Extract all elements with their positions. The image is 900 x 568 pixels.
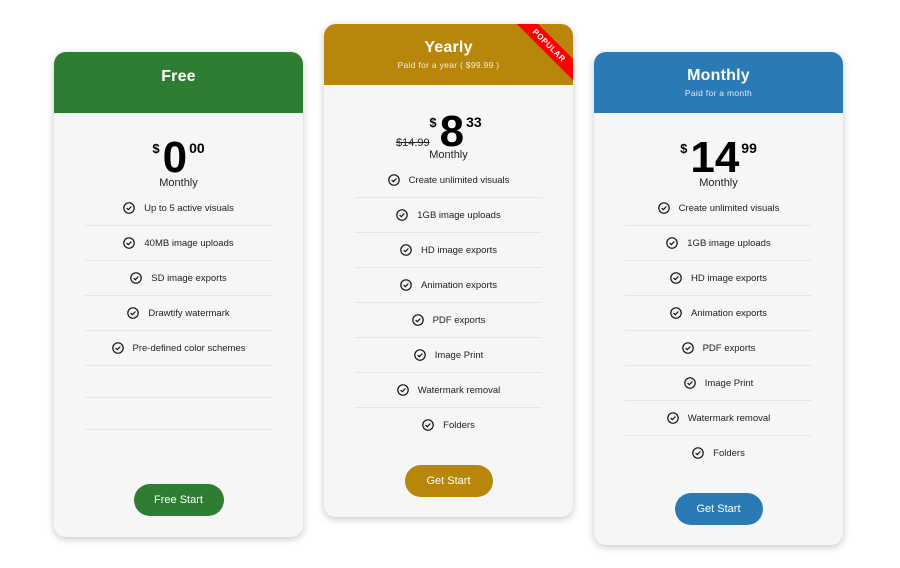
check-circle-icon bbox=[123, 202, 135, 214]
feature-item: 40MB image uploads bbox=[85, 226, 272, 261]
feature-label: Animation exports bbox=[420, 279, 498, 291]
price-period: Monthly bbox=[429, 149, 468, 161]
feature-item-empty bbox=[85, 398, 272, 430]
price-decimal: 00 bbox=[189, 140, 205, 156]
check-circle-icon bbox=[127, 307, 140, 319]
plan-subtitle: Paid for a month bbox=[684, 88, 753, 98]
plan-title: Free bbox=[161, 68, 196, 85]
feature-item: Animation exports bbox=[355, 268, 542, 303]
feature-item: Create unlimited visuals bbox=[355, 163, 542, 198]
feature-item: Drawtify watermark bbox=[85, 296, 272, 331]
feature-item: Folders bbox=[625, 436, 812, 470]
feature-item: SD image exports bbox=[85, 261, 272, 296]
feature-label: Drawtify watermark bbox=[148, 307, 230, 319]
feature-label: 1GB image uploads bbox=[687, 237, 771, 249]
pricing-card-monthly: Monthly Paid for a month $14 99 Monthly C… bbox=[594, 52, 843, 545]
price-block: $14.99 $8 33 Monthly bbox=[324, 85, 573, 163]
feature-item: PDF exports bbox=[355, 303, 542, 338]
feature-label: Animation exports bbox=[690, 307, 768, 319]
currency-symbol: $ bbox=[152, 141, 160, 156]
check-circle-icon bbox=[683, 377, 696, 389]
feature-label: Pre-defined color schemes bbox=[132, 342, 246, 354]
price-period: Monthly bbox=[159, 177, 198, 189]
check-circle-icon bbox=[692, 447, 704, 459]
plan-subtitle: Paid for a year ( $99.99 ) bbox=[397, 60, 500, 70]
check-circle-icon bbox=[657, 202, 670, 214]
price-decimal: 99 bbox=[741, 140, 757, 156]
check-circle-icon bbox=[396, 384, 409, 396]
feature-label: Folders bbox=[443, 419, 475, 431]
feature-item: Animation exports bbox=[625, 296, 812, 331]
check-circle-icon bbox=[681, 342, 694, 354]
feature-label: PDF exports bbox=[432, 314, 486, 326]
feature-label: Image Print bbox=[704, 377, 754, 389]
check-circle-icon bbox=[130, 272, 143, 284]
feature-item: HD image exports bbox=[355, 233, 542, 268]
feature-item: Image Print bbox=[355, 338, 542, 373]
feature-label: Watermark removal bbox=[417, 384, 501, 396]
price-block: $14 99 Monthly bbox=[594, 113, 843, 191]
feature-list: Create unlimited visuals 1GB image uploa… bbox=[594, 191, 843, 470]
price-integer: 0 bbox=[162, 133, 188, 182]
currency-symbol: $ bbox=[680, 141, 688, 156]
monthly-get-start-button[interactable]: Get Start bbox=[674, 493, 763, 525]
feature-label: Folders bbox=[713, 447, 745, 459]
feature-label: PDF exports bbox=[702, 342, 756, 354]
feature-list: Up to 5 active visuals 40MB image upload… bbox=[54, 191, 303, 430]
check-circle-icon bbox=[666, 237, 679, 249]
check-circle-icon bbox=[387, 174, 400, 186]
currency-symbol: $ bbox=[429, 115, 437, 130]
price-block: $0 00 Monthly bbox=[54, 113, 303, 191]
check-circle-icon bbox=[396, 209, 409, 221]
check-circle-icon bbox=[400, 244, 412, 256]
feature-label: SD image exports bbox=[151, 272, 227, 284]
feature-item-empty bbox=[85, 366, 272, 398]
feature-label: HD image exports bbox=[420, 244, 498, 256]
yearly-get-start-button[interactable]: Get Start bbox=[404, 465, 493, 497]
feature-item: Pre-defined color schemes bbox=[85, 331, 272, 366]
feature-label: Watermark removal bbox=[687, 412, 771, 424]
feature-item: HD image exports bbox=[625, 261, 812, 296]
check-circle-icon bbox=[670, 272, 682, 284]
feature-label: Create unlimited visuals bbox=[408, 174, 510, 186]
feature-item: Watermark removal bbox=[355, 373, 542, 408]
feature-label: Up to 5 active visuals bbox=[144, 202, 234, 214]
check-circle-icon bbox=[111, 342, 124, 354]
feature-item: 1GB image uploads bbox=[355, 198, 542, 233]
pricing-card-yearly: Yearly Paid for a year ( $99.99 ) POPULA… bbox=[324, 24, 573, 517]
card-header: Yearly Paid for a year ( $99.99 ) POPULA… bbox=[324, 24, 573, 85]
card-header: Free bbox=[54, 52, 303, 113]
feature-label: HD image exports bbox=[690, 272, 768, 284]
pricing-card-free: Free $0 00 Monthly Up to 5 active visuals… bbox=[54, 52, 303, 537]
price-amount: $0 00 bbox=[54, 135, 303, 181]
check-circle-icon bbox=[411, 314, 424, 326]
feature-label: Create unlimited visuals bbox=[678, 202, 780, 214]
price-amount: $14 99 bbox=[594, 135, 843, 181]
plan-title: Monthly bbox=[687, 67, 750, 84]
free-start-button[interactable]: Free Start bbox=[133, 484, 224, 516]
feature-list: Create unlimited visuals 1GB image uploa… bbox=[324, 163, 573, 442]
check-circle-icon bbox=[666, 412, 679, 424]
feature-item: 1GB image uploads bbox=[625, 226, 812, 261]
feature-item: Up to 5 active visuals bbox=[85, 191, 272, 226]
feature-item: Folders bbox=[355, 408, 542, 442]
check-circle-icon bbox=[123, 237, 136, 249]
price-decimal: 33 bbox=[466, 114, 482, 130]
feature-item: Create unlimited visuals bbox=[625, 191, 812, 226]
price-integer: 14 bbox=[690, 133, 740, 182]
feature-item: Watermark removal bbox=[625, 401, 812, 436]
check-circle-icon bbox=[413, 349, 426, 361]
feature-label: Image Print bbox=[434, 349, 484, 361]
feature-label: 40MB image uploads bbox=[144, 237, 234, 249]
feature-item: Image Print bbox=[625, 366, 812, 401]
card-header: Monthly Paid for a month bbox=[594, 52, 843, 113]
feature-label: 1GB image uploads bbox=[417, 209, 501, 221]
check-circle-icon bbox=[400, 279, 412, 291]
feature-item: PDF exports bbox=[625, 331, 812, 366]
check-circle-icon bbox=[422, 419, 434, 431]
check-circle-icon bbox=[670, 307, 682, 319]
price-period: Monthly bbox=[699, 177, 738, 189]
